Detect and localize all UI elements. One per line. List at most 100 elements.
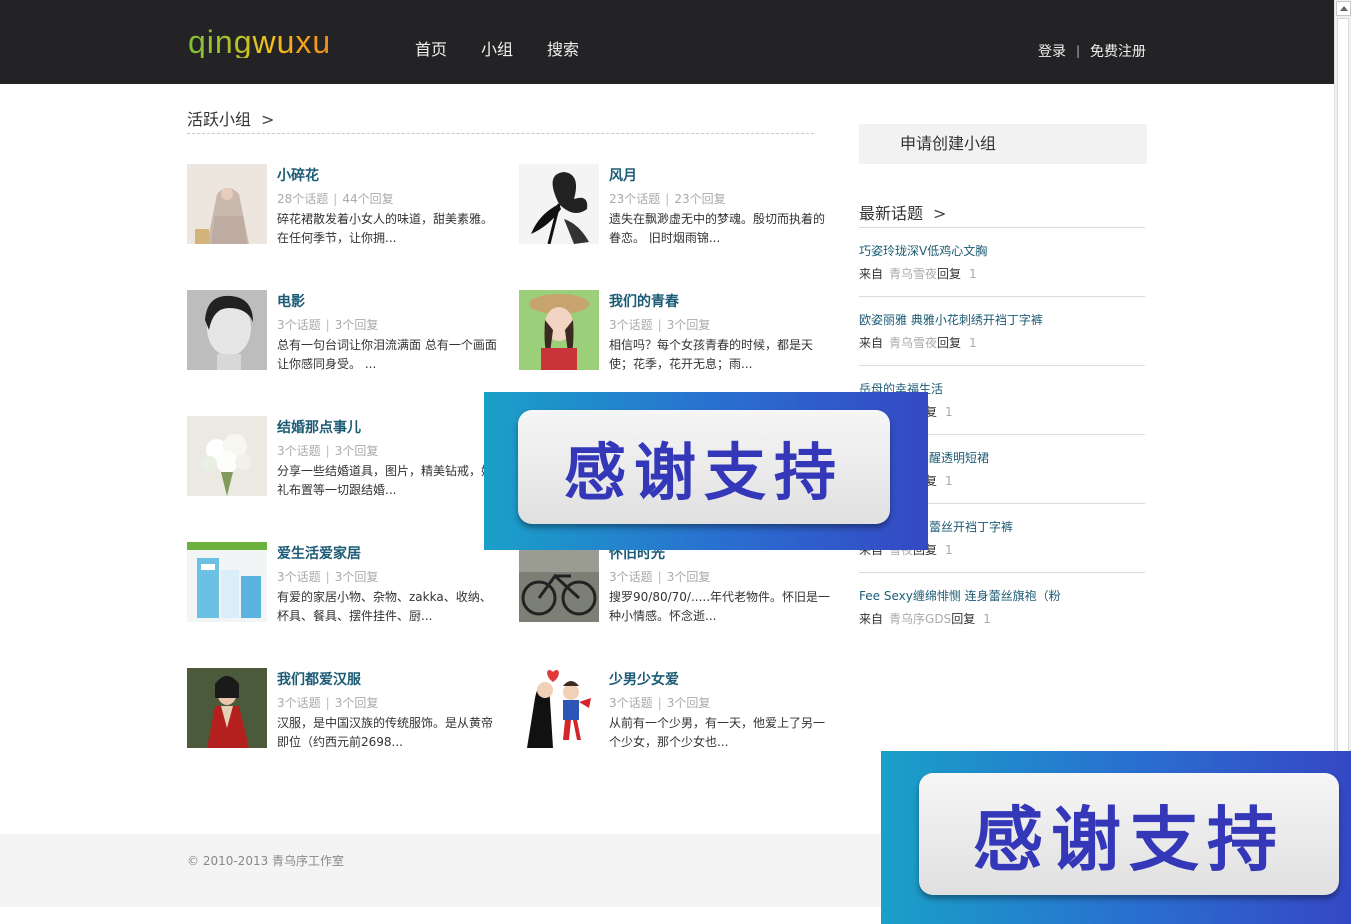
separator: | xyxy=(665,192,670,206)
group-thumbnail[interactable] xyxy=(187,290,267,370)
topic-item: 欧姿丽雅 典雅小花刺绣开裆丁字裤 来自 青乌雪夜回复 1 xyxy=(859,311,1145,351)
topic-author[interactable]: 青乌雪夜 xyxy=(889,336,937,350)
topic-count: 23个话题 xyxy=(609,192,661,206)
group-thumbnail[interactable] xyxy=(519,668,599,748)
banner-text: 感谢支持 xyxy=(973,798,1285,881)
nav-home[interactable]: 首页 xyxy=(415,36,447,60)
copyright-text: © 2010-2013 青乌序工作室 xyxy=(187,854,345,868)
top-nav-bar: qingwuxu 首页 小组 搜索 登录 | 免费注册 xyxy=(0,0,1334,84)
group-name[interactable]: 我们的青春 xyxy=(609,291,679,311)
chevron-right-icon: > xyxy=(933,204,947,223)
topic-divider xyxy=(859,572,1145,573)
separator: | xyxy=(657,318,662,332)
thanks-banner[interactable]: 感谢支持 xyxy=(484,392,928,550)
topic-reply-count: 1 xyxy=(983,612,991,626)
group-name[interactable]: 电影 xyxy=(277,291,305,311)
topic-item: Fee Sexy缠绵悱恻 连身蕾丝旗袍（粉 来自 青乌序GDS回复 1 xyxy=(859,587,1145,627)
group-stats: 3个话题 | 3个回复 xyxy=(609,694,710,711)
group-description: 遗失在飘渺虚无中的梦魂。殷切而执着的眷恋。 旧时烟雨锦... xyxy=(609,212,826,245)
group-thumbnail[interactable] xyxy=(519,542,599,622)
group-thumbnail[interactable] xyxy=(187,542,267,622)
group-thumbnail[interactable] xyxy=(187,416,267,496)
topic-title[interactable]: 巧姿玲珑深V低鸡心文胸 xyxy=(859,242,1145,259)
reply-count: 23个回复 xyxy=(674,192,726,206)
reply-count: 3个回复 xyxy=(666,318,711,332)
create-group-button[interactable]: 申请创建小组 xyxy=(859,124,1147,164)
site-logo[interactable]: qingwuxu xyxy=(188,26,331,58)
separator: | xyxy=(325,696,330,710)
topic-reply-count: 1 xyxy=(969,336,977,350)
group-card: 风月 23个话题 | 23个回复 遗失在飘渺虚无中的梦魂。殷切而执着的眷恋。 旧时烟… xyxy=(519,164,829,254)
topic-reply-count: 1 xyxy=(945,543,953,557)
from-label: 来自 xyxy=(859,267,884,281)
thanks-banner[interactable]: 感谢支持 xyxy=(881,751,1351,924)
latest-title-text: 最新话题 xyxy=(859,204,924,223)
separator: | xyxy=(657,696,662,710)
topic-count: 3个话题 xyxy=(609,318,653,332)
topic-count: 3个话题 xyxy=(277,444,321,458)
group-name[interactable]: 风月 xyxy=(609,165,637,185)
separator: | xyxy=(1075,44,1080,58)
banner-text: 感谢支持 xyxy=(563,436,844,509)
logo-text: qingwuxu xyxy=(188,24,332,60)
group-name[interactable]: 我们都爱汉服 xyxy=(277,669,361,689)
reply-label: 回复 xyxy=(951,612,976,626)
topic-count: 3个话题 xyxy=(609,570,653,584)
group-description: 相信吗？每个女孩青春的时候，都是天使；花季，花开无息；雨... xyxy=(609,338,814,371)
register-link[interactable]: 免费注册 xyxy=(1090,41,1146,61)
group-thumbnail[interactable] xyxy=(187,668,267,748)
group-description: 碎花裙散发着小女人的味道，甜美素雅。 在任何季节，让你拥... xyxy=(277,212,494,245)
separator: | xyxy=(657,570,662,584)
topic-reply-count: 1 xyxy=(945,474,953,488)
from-label: 来自 xyxy=(859,336,884,350)
group-name[interactable]: 结婚那点事儿 xyxy=(277,417,361,437)
groups-title-text: 活跃小组 xyxy=(187,110,252,129)
nav-search[interactable]: 搜索 xyxy=(547,36,579,60)
group-description: 搜罗90/80/70/.....年代老物件。怀旧是一种小情感。怀念逝... xyxy=(609,590,831,623)
chevron-right-icon: > xyxy=(261,110,275,129)
group-description: 从前有一个少男，有一天，他爱上了另一个少女，那个少女也... xyxy=(609,716,826,749)
login-link[interactable]: 登录 xyxy=(1038,41,1066,61)
reply-count: 3个回复 xyxy=(334,444,379,458)
separator: | xyxy=(333,192,338,206)
topic-title[interactable]: Fee Sexy缠绵悱恻 连身蕾丝旗袍（粉 xyxy=(859,587,1145,604)
group-name[interactable]: 爱生活爱家居 xyxy=(277,543,361,563)
reply-label: 回复 xyxy=(937,267,962,281)
group-thumbnail[interactable] xyxy=(519,164,599,244)
topic-author[interactable]: 青乌雪夜 xyxy=(889,267,937,281)
latest-topics-title[interactable]: 最新话题 > xyxy=(859,200,946,224)
group-description: 分享一些结婚道具，图片，精美钻戒，婚礼布置等一切跟结婚... xyxy=(277,464,494,497)
topic-divider xyxy=(859,365,1145,366)
user-links: 登录 | 免费注册 xyxy=(1038,41,1146,61)
group-stats: 28个话题 | 44个回复 xyxy=(277,190,394,207)
group-stats: 3个话题 | 3个回复 xyxy=(277,568,378,585)
from-label: 来自 xyxy=(859,612,884,626)
topic-info: 来自 青乌序GDS回复 1 xyxy=(859,610,1145,627)
group-stats: 3个话题 | 3个回复 xyxy=(609,568,710,585)
banner-panel: 感谢支持 xyxy=(919,773,1339,895)
topic-author[interactable]: 青乌序GDS xyxy=(889,612,951,626)
groups-section-title[interactable]: 活跃小组 > xyxy=(187,106,274,130)
group-card: 小碎花 28个话题 | 44个回复 碎花裙散发着小女人的味道，甜美素雅。 在任何季节… xyxy=(187,164,497,254)
group-stats: 3个话题 | 3个回复 xyxy=(277,316,378,333)
group-card: 爱生活爱家居 3个话题 | 3个回复 有爱的家居小物、杂物、zakka、收纳、杯具、… xyxy=(187,542,497,632)
reply-label: 回复 xyxy=(937,336,962,350)
nav-groups[interactable]: 小组 xyxy=(481,36,513,60)
group-description: 有爱的家居小物、杂物、zakka、收纳、杯具、餐具、摆件挂件、厨... xyxy=(277,590,492,623)
group-card: 少男少女爱 3个话题 | 3个回复 从前有一个少男，有一天，他爱上了另一个少女，那个… xyxy=(519,668,829,758)
topic-count: 3个话题 xyxy=(277,570,321,584)
group-stats: 3个话题 | 3个回复 xyxy=(277,442,378,459)
chevron-up-icon[interactable] xyxy=(1336,1,1351,16)
group-name[interactable]: 少男少女爱 xyxy=(609,669,679,689)
topic-info: 来自 青乌雪夜回复 1 xyxy=(859,265,1145,282)
group-thumbnail[interactable] xyxy=(519,290,599,370)
reply-count: 3个回复 xyxy=(334,696,379,710)
reply-count: 3个回复 xyxy=(666,696,711,710)
group-name[interactable]: 小碎花 xyxy=(277,165,319,185)
group-description: 总有一句台词让你泪流满面 总有一个画面让你感同身受。 ... xyxy=(277,338,497,371)
topic-title[interactable]: 欧姿丽雅 典雅小花刺绣开裆丁字裤 xyxy=(859,311,1145,328)
main-nav: 首页 小组 搜索 xyxy=(415,36,613,60)
scrollbar-thumb[interactable] xyxy=(1337,18,1349,758)
group-thumbnail[interactable] xyxy=(187,164,267,244)
group-card: 结婚那点事儿 3个话题 | 3个回复 分享一些结婚道具，图片，精美钻戒，婚礼布置等一… xyxy=(187,416,497,506)
